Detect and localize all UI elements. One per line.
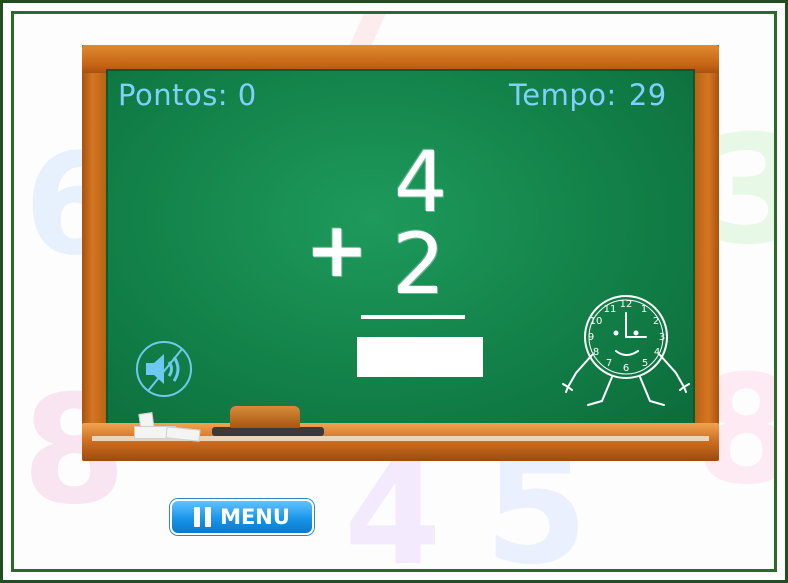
time-label: Tempo: xyxy=(509,78,617,112)
clock-character-icon: 12 1 2 3 4 5 6 7 8 9 10 11 xyxy=(558,293,694,419)
board-frame-left xyxy=(82,45,108,440)
sum-line xyxy=(361,315,465,319)
svg-text:7: 7 xyxy=(606,358,612,369)
score-value: 0 xyxy=(237,78,257,112)
time-value: 29 xyxy=(628,78,667,112)
answer-input[interactable] xyxy=(357,337,483,377)
eraser-pad xyxy=(212,427,324,436)
svg-text:12: 12 xyxy=(620,299,633,310)
svg-text:1: 1 xyxy=(641,304,647,315)
score-label: Pontos: xyxy=(118,78,229,112)
menu-button[interactable]: MENU xyxy=(170,499,314,535)
eraser-icon xyxy=(230,406,300,428)
sound-toggle-button[interactable] xyxy=(134,339,194,399)
menu-label: MENU xyxy=(220,505,290,529)
svg-text:9: 9 xyxy=(588,332,594,343)
svg-text:10: 10 xyxy=(590,316,603,327)
svg-text:8: 8 xyxy=(593,347,599,358)
board-frame-right xyxy=(693,45,719,440)
svg-text:5: 5 xyxy=(642,358,648,369)
svg-text:2: 2 xyxy=(653,316,659,327)
svg-text:11: 11 xyxy=(604,304,617,315)
svg-text:4: 4 xyxy=(654,347,660,358)
bottom-operand: 2 xyxy=(392,215,446,313)
score-display: Pontos: 0 xyxy=(118,78,257,112)
pause-icon xyxy=(194,507,212,527)
operator-sign: + xyxy=(305,205,369,294)
svg-text:3: 3 xyxy=(659,332,665,343)
timer-display: Tempo: 29 xyxy=(509,78,667,112)
top-operand: 4 xyxy=(394,133,448,231)
svg-text:6: 6 xyxy=(623,363,629,374)
speaker-muted-icon xyxy=(136,341,192,397)
